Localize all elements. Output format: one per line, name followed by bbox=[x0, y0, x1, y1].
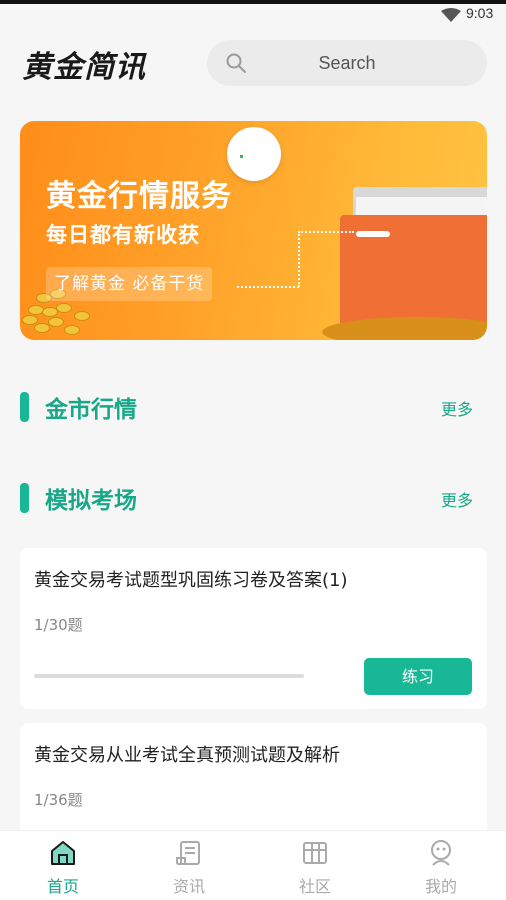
tab-news[interactable]: 资讯 bbox=[126, 831, 252, 900]
exam-card-count: 1/30题 bbox=[34, 616, 83, 634]
profile-icon bbox=[431, 840, 451, 866]
exam-card[interactable]: 黄金交易考试题型巩固练习卷及答案(1) 1/30题 练习 bbox=[20, 548, 487, 709]
wifi-icon bbox=[441, 8, 461, 22]
section-exam: 模拟考场 更多 bbox=[20, 481, 487, 514]
section-market-more-link[interactable]: 更多 bbox=[441, 396, 473, 420]
tab-home-label: 首页 bbox=[46, 877, 79, 896]
banner-subtitle: 每日都有新收获 bbox=[46, 223, 200, 247]
section-accent-bar bbox=[20, 392, 29, 422]
section-market: 金市行情 更多 bbox=[20, 390, 487, 423]
app-logo-text: 黄金简讯 bbox=[22, 50, 146, 85]
tab-profile-label: 我的 bbox=[424, 877, 457, 896]
exam-card-count: 1/36题 bbox=[34, 791, 83, 809]
home-icon bbox=[51, 841, 75, 865]
section-accent-bar bbox=[20, 483, 29, 513]
promo-banner[interactable]: 黄金行情服务 每日都有新收获 了解黄金 必备干货 bbox=[20, 121, 487, 340]
tab-community-label: 社区 bbox=[298, 877, 331, 896]
bottom-tab-bar: 首页 资讯 社区 我的 bbox=[0, 830, 506, 900]
tab-news-label: 资讯 bbox=[172, 877, 205, 896]
exam-progress-bar bbox=[34, 674, 304, 678]
banner-bubble-icon bbox=[227, 127, 281, 181]
banner-tag: 了解黄金 必备干货 bbox=[46, 267, 213, 301]
search-placeholder: Search bbox=[318, 53, 376, 73]
exam-card[interactable]: 黄金交易从业考试全真预测试题及解析 1/36题 bbox=[20, 723, 487, 843]
news-icon bbox=[176, 841, 200, 865]
exam-card-title: 黄金交易从业考试全真预测试题及解析 bbox=[34, 745, 340, 766]
search-bar[interactable]: Search bbox=[207, 40, 487, 86]
exam-card-title: 黄金交易考试题型巩固练习卷及答案(1) bbox=[34, 570, 348, 591]
community-icon bbox=[303, 842, 327, 864]
app-logo: 黄金简讯 bbox=[22, 42, 146, 86]
banner-title: 黄金行情服务 bbox=[46, 179, 232, 214]
section-exam-more-link[interactable]: 更多 bbox=[441, 487, 473, 511]
status-time: 9:03 bbox=[466, 5, 494, 21]
status-bar: 9:03 bbox=[0, 0, 506, 28]
tab-profile[interactable]: 我的 bbox=[378, 831, 504, 900]
tab-community[interactable]: 社区 bbox=[252, 831, 378, 900]
tab-home[interactable]: 首页 bbox=[0, 831, 126, 900]
status-topline bbox=[0, 0, 506, 4]
section-exam-title: 模拟考场 bbox=[45, 488, 137, 514]
practice-button[interactable]: 练习 bbox=[364, 658, 472, 695]
section-market-title: 金市行情 bbox=[45, 397, 137, 423]
